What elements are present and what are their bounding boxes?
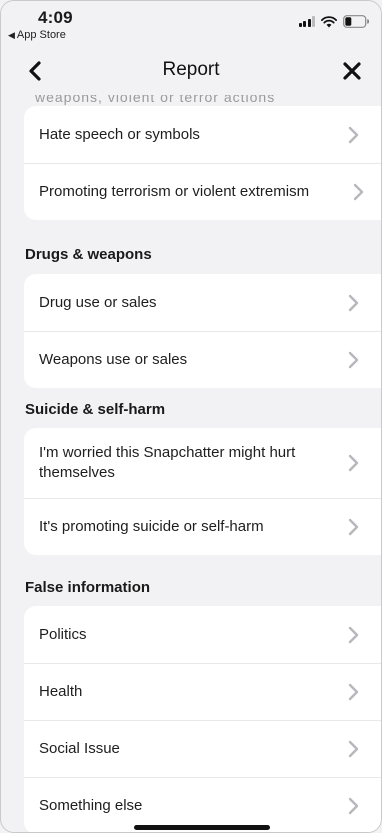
option-label: Promoting terrorism or violent extremism	[39, 182, 310, 200]
option-label: Hate speech or symbols	[39, 125, 200, 143]
cellular-signal-icon	[298, 16, 315, 27]
option-label: I'm worried this Snapchatter might hurt …	[39, 444, 296, 481]
options-card-drugs: Drug use or sales Weapons use or sales	[24, 274, 381, 388]
list-item[interactable]: Something else	[24, 777, 381, 832]
chevron-right-icon	[348, 454, 359, 472]
section-header-false-information: False information	[25, 579, 151, 596]
section-header-drugs-weapons: Drugs & weapons	[25, 246, 152, 263]
wifi-icon	[321, 15, 337, 28]
option-label: Drug use or sales	[39, 293, 157, 311]
option-label: Something else	[39, 796, 143, 814]
section-header-suicide-self-harm: Suicide & self-harm	[25, 401, 166, 418]
options-card-hate: Hate speech or symbols Promoting terrori…	[24, 106, 381, 220]
chevron-right-icon	[353, 183, 364, 200]
status-bar: 4:09 ◀ App Store	[1, 1, 381, 51]
option-label: Weapons use or sales	[39, 350, 188, 368]
chevron-right-icon	[348, 740, 359, 757]
list-item[interactable]: Politics	[24, 606, 381, 663]
close-icon[interactable]	[339, 58, 365, 84]
list-item[interactable]: Social Issue	[24, 720, 381, 777]
list-item[interactable]: It's promoting suicide or self-harm	[24, 498, 381, 555]
options-card-self-harm: I'm worried this Snapchatter might hurt …	[24, 428, 381, 555]
chevron-right-icon	[348, 294, 359, 311]
list-item[interactable]: Hate speech or symbols	[24, 106, 381, 163]
chevron-right-icon	[348, 683, 359, 700]
chevron-right-icon	[348, 126, 359, 143]
report-options-list[interactable]: weapons, violent or terror actions Hate …	[1, 81, 381, 832]
option-label: Social Issue	[39, 739, 120, 757]
system-indicators	[298, 15, 369, 28]
battery-icon	[343, 15, 369, 28]
chevron-right-icon	[348, 626, 359, 643]
page-title: Report	[162, 59, 220, 80]
back-triangle-icon: ◀	[8, 30, 15, 40]
chevron-right-icon	[348, 518, 359, 535]
back-app-label: App Store	[16, 29, 66, 41]
chevron-right-icon	[348, 351, 359, 368]
chevron-right-icon	[348, 797, 359, 814]
list-item[interactable]: Promoting terrorism or violent extremism	[24, 163, 381, 220]
home-indicator[interactable]	[134, 825, 270, 830]
list-item[interactable]: Weapons use or sales	[24, 331, 381, 388]
phone-screen: 4:09 ◀ App Store Report weapons, violent…	[0, 0, 382, 833]
list-item[interactable]: I'm worried this Snapchatter might hurt …	[24, 428, 381, 498]
options-card-false-info: Politics Health Social Issue Something e…	[24, 606, 381, 832]
option-label: It's promoting suicide or self-harm	[39, 517, 264, 535]
list-item[interactable]: Drug use or sales	[24, 274, 381, 331]
option-label: Politics	[39, 625, 87, 643]
back-to-app-link[interactable]: ◀ App Store	[8, 29, 66, 41]
navigation-bar: Report	[1, 51, 381, 95]
option-label: Health	[39, 682, 83, 700]
list-item[interactable]: Health	[24, 663, 381, 720]
status-time: 4:09	[38, 8, 73, 27]
